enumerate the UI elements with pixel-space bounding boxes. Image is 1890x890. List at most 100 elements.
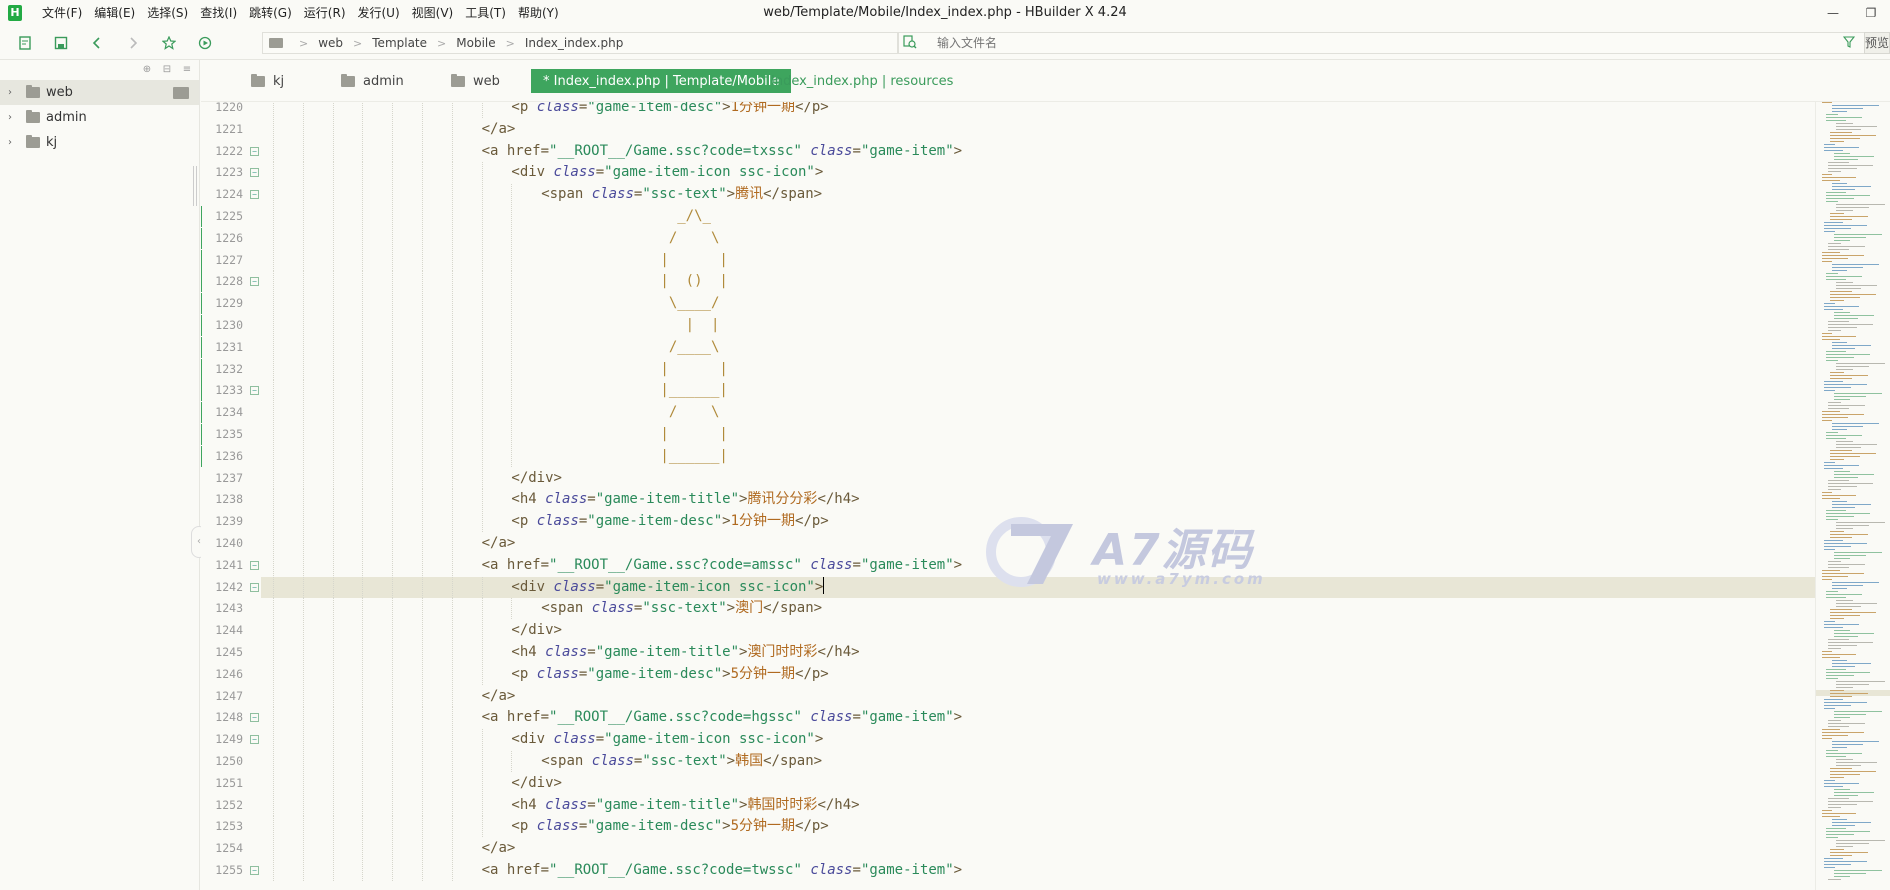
- save-icon[interactable]: [50, 32, 72, 54]
- fold-toggle-icon[interactable]: −: [250, 190, 259, 200]
- code-line[interactable]: |______|: [261, 380, 1815, 402]
- code-line[interactable]: <div class="game-item-icon ssc-icon">: [261, 162, 1815, 184]
- menu-item[interactable]: 查找(I): [194, 0, 243, 26]
- menu-item[interactable]: 运行(R): [298, 0, 352, 26]
- star-icon[interactable]: [158, 32, 180, 54]
- code-line[interactable]: <a href="__ROOT__/Game.ssc?code=twssc" c…: [261, 860, 1815, 881]
- menu-item[interactable]: 工具(T): [459, 0, 512, 26]
- code-line[interactable]: <p class="game-item-desc">1分钟一期</p>: [261, 102, 1815, 118]
- code-line[interactable]: <h4 class="game-item-title">腾讯分分彩</h4>: [261, 489, 1815, 511]
- code-line[interactable]: \____/: [261, 293, 1815, 315]
- locate-icon[interactable]: ⊕: [141, 64, 153, 76]
- code-editor[interactable]: 1220 1221 1222−1223−1224−1225 1226 1227 1228−…: [201, 102, 1815, 890]
- sidebar-resize-handle[interactable]: [193, 166, 197, 206]
- fold-toggle-icon[interactable]: −: [250, 146, 259, 156]
- minimap-line: [1826, 279, 1846, 280]
- code-line[interactable]: <span class="ssc-text">韩国</span>: [261, 751, 1815, 772]
- breadcrumb-item[interactable]: web: [318, 36, 343, 50]
- indent-guide: [332, 380, 334, 402]
- breadcrumb-item[interactable]: Index_index.php: [525, 36, 624, 50]
- code-line[interactable]: </a>: [261, 838, 1815, 860]
- menu-item[interactable]: 帮助(Y): [512, 0, 565, 26]
- tab-folder[interactable]: kj: [251, 69, 284, 93]
- code-line[interactable]: </a>: [261, 533, 1815, 554]
- code-line[interactable]: </div>: [261, 772, 1815, 794]
- tab-file[interactable]: * Index_index.php | Template/Mobile: [531, 69, 792, 93]
- menu-item[interactable]: 视图(V): [406, 0, 460, 26]
- code-line[interactable]: <span class="ssc-text">腾讯</span>: [261, 184, 1815, 206]
- fold-toggle-icon[interactable]: −: [250, 386, 259, 396]
- code-line[interactable]: <p class="game-item-desc">5分钟一期</p>: [261, 816, 1815, 838]
- menu-item[interactable]: 文件(F): [36, 0, 88, 26]
- menu-item[interactable]: 编辑(E): [88, 0, 141, 26]
- code-line[interactable]: | |: [261, 249, 1815, 271]
- code-line[interactable]: </div>: [261, 620, 1815, 642]
- code-token: =: [595, 731, 605, 748]
- code-line[interactable]: <p class="game-item-desc">1分钟一期</p>: [261, 511, 1815, 533]
- code-line[interactable]: /____\: [261, 336, 1815, 358]
- menu-item[interactable]: 选择(S): [141, 0, 194, 26]
- fold-toggle-icon[interactable]: −: [250, 277, 259, 287]
- minimap-line: [1828, 648, 1841, 649]
- menu-item[interactable]: 发行(U): [352, 0, 406, 26]
- code-line[interactable]: <p class="game-item-desc">5分钟一期</p>: [261, 663, 1815, 685]
- preview-button[interactable]: 预览: [1864, 32, 1890, 54]
- code-line[interactable]: <a href="__ROOT__/Game.ssc?code=hgssc" c…: [261, 707, 1815, 729]
- forward-arrow-icon[interactable]: [122, 32, 144, 54]
- breadcrumb-item[interactable]: Mobile: [456, 36, 495, 50]
- code-line[interactable]: <div class="game-item-icon ssc-icon">: [261, 729, 1815, 751]
- line-number-text: 1235: [215, 427, 243, 441]
- tree-item-admin[interactable]: › admin: [0, 105, 199, 130]
- minimap-line: [1830, 372, 1844, 373]
- fold-toggle-icon[interactable]: −: [250, 582, 259, 592]
- menu-icon[interactable]: ≡: [181, 64, 193, 76]
- code-line[interactable]: <h4 class="game-item-title">韩国时时彩</h4>: [261, 794, 1815, 816]
- code-line[interactable]: | |: [261, 358, 1815, 380]
- code-line[interactable]: _/\_: [261, 206, 1815, 227]
- collapse-all-icon[interactable]: ⊟: [161, 64, 173, 76]
- code-line[interactable]: / \: [261, 402, 1815, 424]
- chevron-right-icon[interactable]: ›: [8, 87, 18, 98]
- fold-toggle-icon[interactable]: −: [250, 735, 259, 745]
- current-code-line[interactable]: <div class="game-item-icon ssc-icon">: [261, 576, 1815, 598]
- code-line[interactable]: |______|: [261, 445, 1815, 467]
- tree-item-kj[interactable]: › kj: [0, 130, 199, 155]
- restore-button[interactable]: ❐: [1852, 0, 1890, 26]
- code-line[interactable]: | |: [261, 315, 1815, 336]
- chevron-right-icon[interactable]: ›: [8, 112, 18, 123]
- tree-item-web[interactable]: › web: [0, 80, 199, 105]
- menu-item[interactable]: 跳转(G): [243, 0, 298, 26]
- run-icon[interactable]: [194, 32, 216, 54]
- tab-file[interactable]: Index_index.php | resources: [771, 69, 953, 93]
- code-line[interactable]: </div>: [261, 467, 1815, 489]
- tab-folder[interactable]: admin: [341, 69, 404, 93]
- file-search-input[interactable]: [937, 33, 1817, 53]
- open-folder-icon[interactable]: [173, 86, 189, 99]
- minimap-line: [1834, 789, 1850, 790]
- minimap-line: [1826, 438, 1846, 439]
- code-line[interactable]: / \: [261, 227, 1815, 249]
- code-line[interactable]: </a>: [261, 118, 1815, 140]
- minimap[interactable]: [1815, 102, 1890, 890]
- code-area[interactable]: <p class="game-item-desc">1分钟一期</p> </a> <…: [261, 102, 1815, 890]
- fold-toggle-icon[interactable]: −: [250, 168, 259, 178]
- new-file-icon[interactable]: [14, 32, 36, 54]
- code-line[interactable]: | () |: [261, 271, 1815, 293]
- minimize-button[interactable]: —: [1814, 0, 1852, 26]
- indent-guide: [302, 467, 304, 489]
- fold-toggle-icon[interactable]: −: [250, 713, 259, 723]
- code-line[interactable]: </a>: [261, 685, 1815, 707]
- breadcrumb-item[interactable]: Template: [372, 36, 427, 50]
- chevron-right-icon[interactable]: ›: [8, 137, 18, 148]
- code-line[interactable]: <a href="__ROOT__/Game.ssc?code=amssc" c…: [261, 554, 1815, 576]
- fold-toggle-icon[interactable]: −: [250, 866, 259, 875]
- back-arrow-icon[interactable]: [86, 32, 108, 54]
- indent-guide: [302, 249, 304, 271]
- code-line[interactable]: <a href="__ROOT__/Game.ssc?code=txssc" c…: [261, 140, 1815, 162]
- code-line[interactable]: <h4 class="game-item-title">澳门时时彩</h4>: [261, 642, 1815, 663]
- filter-icon[interactable]: [1842, 35, 1856, 51]
- fold-toggle-icon[interactable]: −: [250, 560, 259, 570]
- tab-folder[interactable]: web: [451, 69, 500, 93]
- code-line[interactable]: | |: [261, 424, 1815, 445]
- code-line[interactable]: <span class="ssc-text">澳门</span>: [261, 598, 1815, 620]
